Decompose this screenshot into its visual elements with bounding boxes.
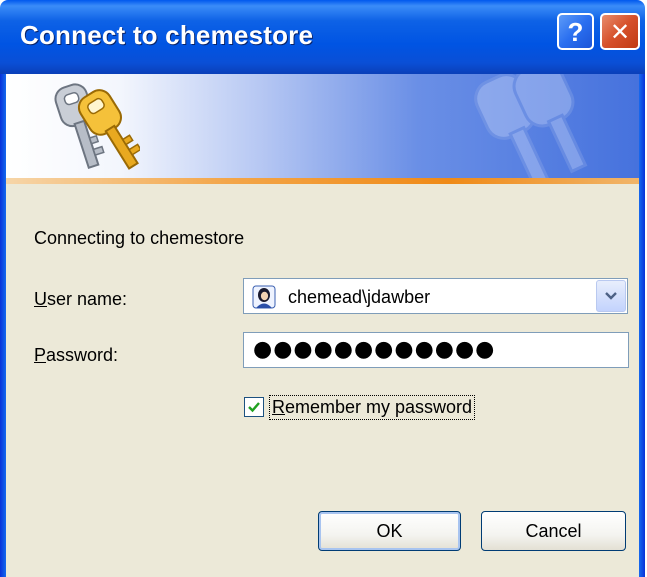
user-name-value: chemead\jdawber — [288, 287, 431, 307]
user-name-label: User name: — [34, 289, 127, 310]
checkmark-icon — [248, 402, 260, 413]
ok-button[interactable]: OK — [318, 511, 461, 551]
password-label: Password: — [34, 345, 118, 366]
user-name-dropdown-button[interactable] — [596, 280, 626, 312]
remember-password-label-text: emember my password — [285, 396, 473, 417]
user-account-icon — [252, 285, 276, 309]
connect-dialog: Connect to chemestore ? ✕ Connecting to … — [0, 0, 645, 577]
header-banner — [6, 74, 639, 178]
title-bar[interactable]: Connect to chemestore ? ✕ — [0, 0, 645, 74]
password-label-access-key: P — [34, 345, 47, 365]
remember-password-label[interactable]: Remember my password — [269, 394, 476, 420]
close-icon: ✕ — [609, 17, 631, 46]
password-label-text: assword: — [46, 345, 119, 365]
password-field[interactable]: ●●●●●●●●●●●● — [243, 332, 629, 368]
user-name-label-access-key: U — [34, 289, 47, 309]
connecting-message: Connecting to chemestore — [34, 228, 245, 248]
chevron-down-icon — [605, 292, 617, 300]
remember-password-checkbox-row[interactable]: Remember my password — [244, 391, 476, 423]
keys-icon — [54, 83, 140, 170]
dialog-title: Connect to chemestore — [20, 20, 314, 50]
user-name-label-text: ser name: — [47, 289, 128, 309]
dialog-body: Connecting to chemestore User name: chem… — [6, 184, 639, 577]
cancel-button[interactable]: Cancel — [481, 511, 626, 551]
help-icon: ? — [567, 16, 584, 47]
remember-password-access-key: R — [272, 396, 285, 417]
close-button[interactable]: ✕ — [600, 13, 640, 50]
remember-password-checkbox[interactable] — [244, 397, 264, 417]
help-button[interactable]: ? — [557, 13, 594, 50]
password-masked-value: ●●●●●●●●●●●● — [253, 337, 496, 362]
window-frame-right — [639, 74, 645, 577]
keys-watermark-icon — [474, 74, 588, 178]
user-name-combobox[interactable]: chemead\jdawber — [243, 278, 628, 314]
